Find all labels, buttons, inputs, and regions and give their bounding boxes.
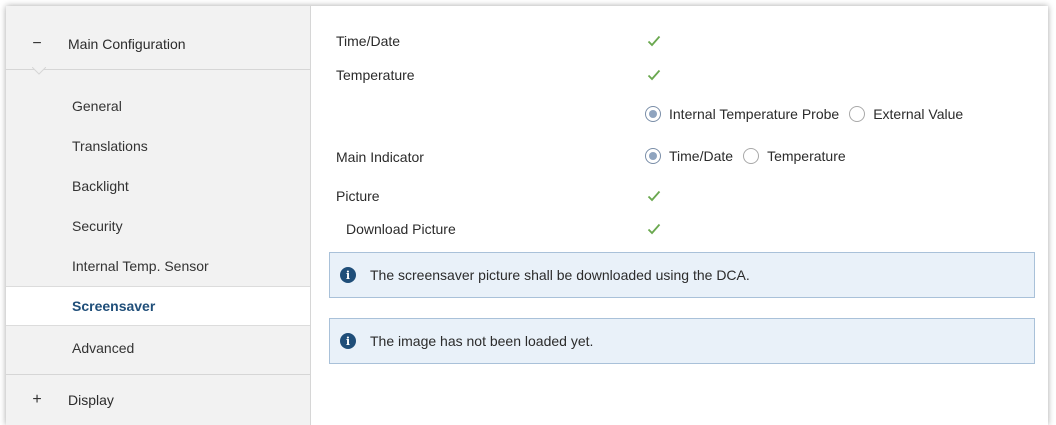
checkmark-icon bbox=[647, 35, 661, 47]
info-icon: i bbox=[340, 333, 356, 349]
sidebar-item-label: Internal Temp. Sensor bbox=[72, 258, 209, 274]
info-icon: i bbox=[340, 267, 356, 283]
download-picture-checkbox[interactable] bbox=[645, 220, 663, 238]
radio-internal-temperature-probe[interactable]: Internal Temperature Probe bbox=[645, 106, 839, 122]
main-indicator-radio-group: Time/Date Temperature bbox=[645, 148, 856, 164]
sidebar-item-label: General bbox=[72, 98, 122, 114]
checkmark-icon bbox=[647, 223, 661, 235]
checkmark-icon bbox=[647, 190, 661, 202]
sidebar: − Main Configuration General Translation… bbox=[6, 6, 311, 425]
radio-button[interactable] bbox=[849, 106, 866, 122]
picture-label: Picture bbox=[336, 188, 380, 204]
info-text: The image has not been loaded yet. bbox=[370, 333, 594, 349]
group-main-configuration[interactable]: − Main Configuration bbox=[6, 19, 310, 70]
sidebar-item-internal-temp-sensor[interactable]: Internal Temp. Sensor bbox=[6, 246, 310, 286]
radio-label: Time/Date bbox=[669, 148, 734, 164]
radio-label: Internal Temperature Probe bbox=[669, 106, 840, 122]
download-picture-label: Download Picture bbox=[346, 221, 456, 237]
sidebar-item-label: Security bbox=[72, 218, 123, 234]
sidebar-item-label: Screensaver bbox=[72, 298, 156, 314]
radio-button-selected[interactable] bbox=[645, 106, 661, 122]
radio-label: External Value bbox=[873, 106, 964, 122]
time-date-checkbox[interactable] bbox=[645, 32, 663, 50]
radio-temperature[interactable]: Temperature bbox=[743, 148, 846, 164]
sidebar-item-general[interactable]: General bbox=[6, 86, 310, 126]
sidebar-item-backlight[interactable]: Backlight bbox=[6, 166, 310, 206]
info-text: The screensaver picture shall be downloa… bbox=[370, 267, 750, 283]
sidebar-item-security[interactable]: Security bbox=[6, 206, 310, 246]
sidebar-item-label: Translations bbox=[72, 138, 148, 154]
picture-checkbox[interactable] bbox=[645, 187, 663, 205]
sidebar-item-translations[interactable]: Translations bbox=[6, 126, 310, 166]
collapse-icon[interactable]: − bbox=[30, 35, 44, 53]
radio-label: Temperature bbox=[767, 148, 846, 164]
main-indicator-label: Main Indicator bbox=[336, 149, 424, 165]
group-label: Display bbox=[68, 391, 114, 408]
radio-external-value[interactable]: External Value bbox=[849, 106, 963, 122]
group-display[interactable]: + Display bbox=[6, 374, 310, 424]
group-label: Main Configuration bbox=[68, 36, 186, 52]
info-message-dca: i The screensaver picture shall be downl… bbox=[329, 252, 1035, 298]
radio-button[interactable] bbox=[743, 148, 760, 164]
sidebar-item-advanced[interactable]: Advanced bbox=[6, 328, 310, 368]
expand-icon[interactable]: + bbox=[30, 391, 44, 409]
sidebar-item-label: Advanced bbox=[72, 340, 135, 356]
pointer-notch bbox=[32, 67, 46, 75]
settings-panel: Time/Date Temperature Internal Temperatu… bbox=[311, 6, 1048, 425]
radio-button-selected[interactable] bbox=[645, 148, 661, 164]
temperature-source-radio-group: Internal Temperature Probe External Valu… bbox=[645, 106, 973, 122]
checkmark-icon bbox=[647, 69, 661, 81]
time-date-label: Time/Date bbox=[336, 33, 401, 49]
window: − Main Configuration General Translation… bbox=[6, 6, 1048, 425]
sidebar-item-label: Backlight bbox=[72, 178, 129, 194]
temperature-label: Temperature bbox=[336, 67, 415, 83]
sidebar-item-screensaver[interactable]: Screensaver bbox=[6, 286, 310, 326]
info-message-image-status: i The image has not been loaded yet. bbox=[329, 318, 1035, 364]
temperature-checkbox[interactable] bbox=[645, 66, 663, 84]
radio-time-date[interactable]: Time/Date bbox=[645, 148, 733, 164]
